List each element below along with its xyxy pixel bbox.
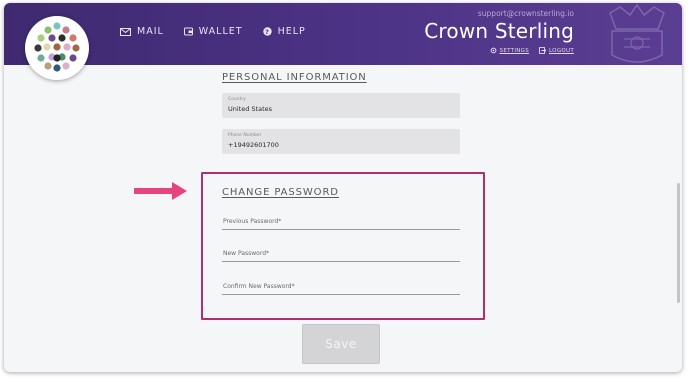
header-bar: MAIL WALLET ? HELP support@crownsterling… xyxy=(4,3,682,65)
mail-icon xyxy=(120,27,131,36)
country-field[interactable]: Country United States xyxy=(222,93,460,118)
previous-password-label: Previous Password* xyxy=(223,218,282,225)
svg-text:?: ? xyxy=(265,28,270,36)
logout-label: LOGOUT xyxy=(549,47,574,54)
highlight-arrow-icon xyxy=(134,182,187,200)
change-password-title: CHANGE PASSWORD xyxy=(222,187,339,198)
new-password-label: New Password* xyxy=(223,250,270,257)
logout-link[interactable]: LOGOUT xyxy=(539,47,574,54)
wallet-icon xyxy=(183,27,193,36)
nav-help-label: HELP xyxy=(277,26,306,37)
previous-password-field[interactable]: Previous Password* xyxy=(222,218,460,230)
help-icon: ? xyxy=(262,27,272,36)
brand-title: Crown Sterling xyxy=(424,19,574,43)
main-nav: MAIL WALLET ? HELP xyxy=(120,26,306,37)
country-label: Country xyxy=(228,97,246,102)
account-links: SETTINGS LOGOUT xyxy=(490,47,574,54)
nav-wallet[interactable]: WALLET xyxy=(183,26,243,37)
app-window: MAIL WALLET ? HELP support@crownsterling… xyxy=(4,3,682,372)
settings-link[interactable]: SETTINGS xyxy=(490,47,529,54)
nav-help[interactable]: ? HELP xyxy=(262,26,306,37)
settings-label: SETTINGS xyxy=(499,47,530,54)
nav-wallet-label: WALLET xyxy=(198,26,243,37)
new-password-field[interactable]: New Password* xyxy=(222,250,460,262)
scrollbar-thumb[interactable] xyxy=(677,183,680,303)
phone-label: Phone Number xyxy=(228,133,262,138)
logout-icon xyxy=(539,47,547,54)
avatar[interactable] xyxy=(25,16,89,80)
nav-mail-label: MAIL xyxy=(137,26,164,37)
country-value: United States xyxy=(228,105,273,113)
support-email[interactable]: support@crownsterling.io xyxy=(478,9,574,18)
gear-icon xyxy=(490,47,496,54)
nav-mail[interactable]: MAIL xyxy=(120,26,164,37)
phone-field[interactable]: Phone Number +19492601700 xyxy=(222,129,460,154)
personal-info-title: PERSONAL INFORMATION xyxy=(222,72,367,83)
avatar-dots-icon xyxy=(34,22,80,72)
confirm-password-field[interactable]: Confirm New Password* xyxy=(222,283,460,295)
phone-value: +19492601700 xyxy=(228,141,279,149)
confirm-password-label: Confirm New Password* xyxy=(223,283,295,290)
save-button[interactable]: Save xyxy=(302,324,380,364)
crest-watermark-icon xyxy=(609,3,665,63)
